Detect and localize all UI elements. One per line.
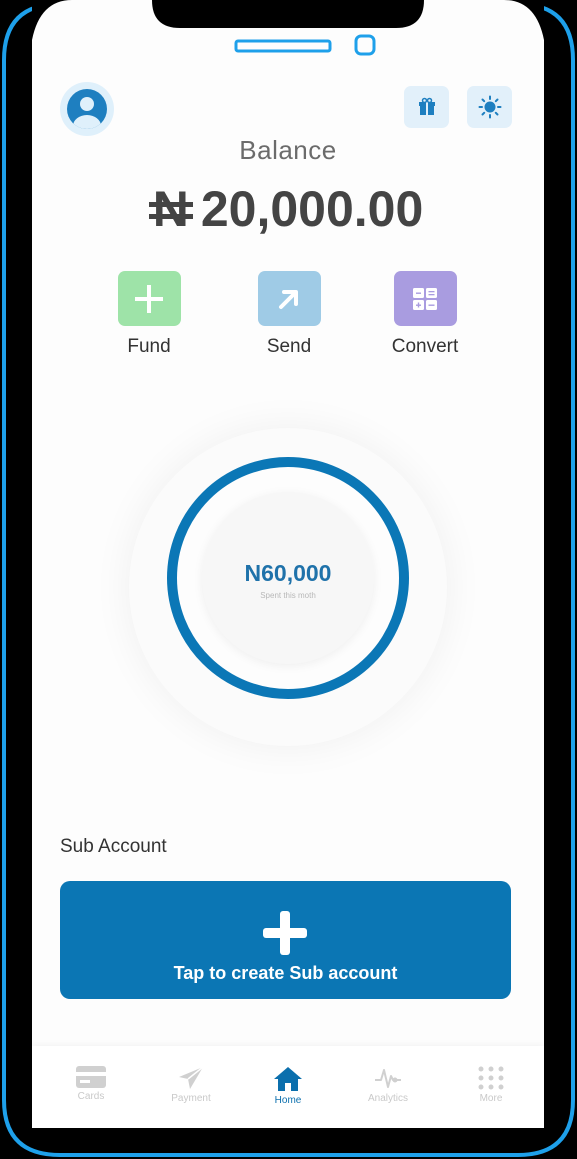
send-button[interactable]: Send xyxy=(244,271,334,358)
nav-item-cards[interactable]: Cards xyxy=(51,1066,131,1102)
plus-icon xyxy=(135,284,163,313)
sub-account-title: Sub Account xyxy=(60,836,167,857)
user-icon xyxy=(67,89,107,129)
nav-item-analytics[interactable]: Analytics xyxy=(348,1066,428,1104)
plus-icon xyxy=(263,911,307,955)
spent-label: Spent this moth xyxy=(260,591,316,600)
spent-amount: N60,000 xyxy=(244,560,332,586)
fund-button[interactable]: Fund xyxy=(104,271,194,358)
nav-label-more: More xyxy=(479,1093,503,1104)
notch xyxy=(32,0,544,56)
sun-icon xyxy=(478,95,501,119)
profile-avatar-button[interactable] xyxy=(60,82,114,136)
card-icon xyxy=(76,1066,106,1088)
nav-item-payment[interactable]: Payment xyxy=(151,1066,231,1104)
bottom-nav: Cards Payment Home Analytics More xyxy=(32,1046,544,1128)
create-sub-account-label: Tap to create Sub account xyxy=(173,963,398,983)
arrow-up-right-icon xyxy=(279,289,298,309)
calculator-icon xyxy=(413,287,437,310)
balance-value: 20,000.00 xyxy=(200,181,424,237)
fund-tile xyxy=(117,271,181,326)
convert-tile xyxy=(393,271,457,326)
nav-label-cards: Cards xyxy=(77,1091,105,1102)
pulse-icon xyxy=(375,1069,401,1088)
grid-icon xyxy=(478,1066,504,1090)
app-screen: Balance N 20,000.00 Fund Send Convert N6… xyxy=(32,0,544,1128)
send-icon xyxy=(179,1066,204,1089)
balance-amount: N 20,000.00 xyxy=(32,180,544,238)
nav-label-home: Home xyxy=(274,1095,302,1106)
send-label: Send xyxy=(266,336,312,357)
gift-icon xyxy=(418,97,435,115)
fund-label: Fund xyxy=(127,336,171,357)
convert-label: Convert xyxy=(391,336,459,357)
theme-toggle-button[interactable] xyxy=(467,86,512,128)
nav-label-analytics: Analytics xyxy=(367,1093,408,1104)
gift-button[interactable] xyxy=(404,86,449,128)
home-icon xyxy=(274,1067,302,1091)
convert-button[interactable]: Convert xyxy=(380,271,470,358)
balance-label: Balance xyxy=(239,135,337,165)
nav-label-payment: Payment xyxy=(171,1093,211,1104)
nav-item-more[interactable]: More xyxy=(451,1066,531,1104)
create-sub-account-button[interactable]: Tap to create Sub account xyxy=(60,881,511,999)
currency-symbol: N xyxy=(148,181,193,237)
nav-item-home[interactable]: Home xyxy=(248,1066,328,1106)
send-tile xyxy=(257,271,321,326)
